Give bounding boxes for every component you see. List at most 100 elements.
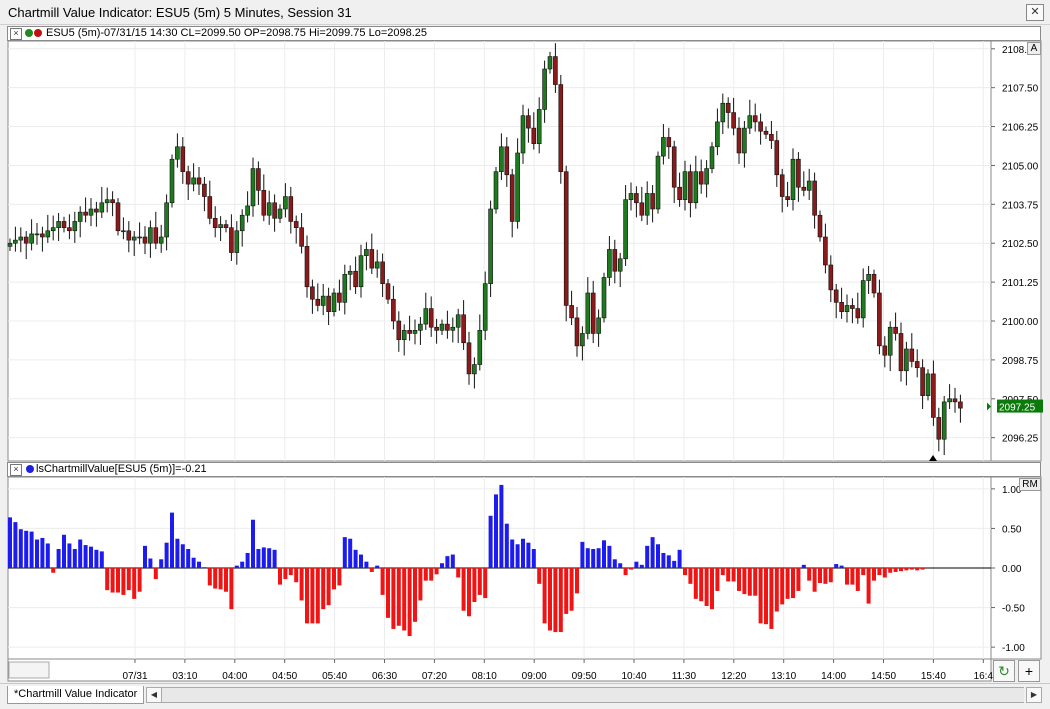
candle-body bbox=[596, 317, 601, 334]
indicator-bar bbox=[467, 568, 471, 617]
indicator-bar bbox=[94, 549, 99, 568]
indicator-bar bbox=[650, 537, 655, 568]
indicator-axis-label: 0.50 bbox=[1002, 524, 1022, 535]
indicator-bar bbox=[899, 568, 903, 572]
candle-body bbox=[590, 292, 596, 334]
price-axis-label: 2101.25 bbox=[1002, 278, 1039, 289]
time-axis-label: 11:30 bbox=[672, 671, 697, 682]
candle-body bbox=[104, 199, 110, 204]
indicator-bar bbox=[618, 563, 623, 568]
candle-body bbox=[720, 102, 726, 123]
indicator-bar bbox=[855, 568, 860, 591]
candle-body bbox=[612, 249, 618, 272]
indicator-bar bbox=[575, 568, 579, 594]
indicator-bar bbox=[35, 539, 39, 568]
indicator-bar bbox=[629, 568, 633, 570]
indicator-bar bbox=[56, 549, 61, 568]
horizontal-scrollbar[interactable] bbox=[162, 687, 1024, 703]
indicator-bar bbox=[224, 568, 228, 592]
price-plot-area bbox=[7, 40, 992, 462]
indicator-bar bbox=[515, 544, 520, 568]
candle-body bbox=[866, 274, 871, 281]
indicator-bar bbox=[904, 568, 909, 571]
candle-body bbox=[607, 249, 612, 278]
scroll-left-button[interactable]: ◀ bbox=[146, 687, 162, 703]
indicator-bar bbox=[580, 541, 585, 568]
indicator-bar bbox=[386, 568, 390, 618]
candle-body bbox=[261, 190, 267, 216]
add-panel-button[interactable]: + bbox=[1018, 660, 1040, 682]
candle-body bbox=[175, 146, 180, 160]
scroll-right-button[interactable]: ▶ bbox=[1026, 687, 1042, 703]
indicator-bar bbox=[828, 568, 833, 583]
indicator-bar bbox=[229, 568, 234, 610]
candle-body bbox=[250, 168, 256, 207]
indicator-bar bbox=[62, 534, 66, 568]
indicator-bar bbox=[758, 568, 763, 624]
time-axis-label: 08:10 bbox=[472, 671, 497, 682]
indicator-bar bbox=[294, 568, 299, 583]
indicator-bar bbox=[126, 568, 131, 591]
rm-badge[interactable]: RM bbox=[1019, 478, 1041, 491]
indicator-bar bbox=[548, 568, 552, 631]
indicator-bar bbox=[818, 568, 822, 584]
candle-body bbox=[725, 102, 731, 113]
indicator-bar bbox=[240, 561, 245, 568]
indicator-bar bbox=[207, 568, 212, 586]
price-axis-label: 2103.75 bbox=[1002, 200, 1039, 211]
candle-body bbox=[299, 227, 304, 247]
indicator-bar bbox=[915, 568, 920, 571]
candle-body bbox=[542, 68, 547, 110]
indicator-bar bbox=[796, 568, 801, 591]
tab-chartmill-value-indicator[interactable]: *Chartmill Value Indicator bbox=[7, 686, 145, 704]
candle-body bbox=[671, 146, 677, 188]
indicator-axis-label: -1.00 bbox=[1002, 643, 1025, 654]
candle-body bbox=[29, 233, 34, 244]
indicator-bar bbox=[677, 549, 682, 568]
candle-body bbox=[882, 345, 888, 356]
candle-body bbox=[320, 295, 326, 306]
indicator-bar bbox=[213, 568, 218, 589]
candle-body bbox=[617, 258, 623, 272]
candle-body bbox=[67, 227, 72, 232]
candle-body bbox=[418, 323, 423, 331]
candle-body bbox=[347, 270, 353, 275]
candle-body bbox=[623, 199, 628, 260]
indicator-bar bbox=[715, 568, 720, 591]
indicator-bar bbox=[531, 549, 536, 568]
candle-body bbox=[904, 348, 909, 372]
indicator-bar bbox=[159, 559, 164, 568]
indicator-bar bbox=[110, 568, 115, 593]
indicator-bar bbox=[845, 568, 849, 585]
candle-body bbox=[839, 302, 844, 312]
candle-body bbox=[682, 171, 688, 200]
candle-body bbox=[661, 137, 666, 157]
indicator-bar bbox=[326, 568, 331, 606]
indicator-bar bbox=[537, 568, 542, 584]
candle-body bbox=[958, 401, 963, 409]
autoscale-badge[interactable]: A bbox=[1027, 42, 1041, 55]
time-axis-label: 03:10 bbox=[172, 671, 197, 682]
candle-body bbox=[380, 261, 385, 284]
candle-body bbox=[893, 326, 898, 334]
candle-body bbox=[499, 146, 504, 172]
indicator-bar bbox=[369, 568, 374, 572]
candle-body bbox=[601, 277, 607, 319]
candle-body bbox=[931, 373, 936, 418]
candle-body bbox=[850, 305, 855, 309]
indicator-bar bbox=[494, 494, 498, 568]
indicator-bar bbox=[321, 568, 326, 610]
indicator-bar bbox=[666, 555, 671, 568]
candle-body bbox=[315, 298, 321, 306]
refresh-icon[interactable]: ↻ bbox=[993, 660, 1015, 682]
candle-body bbox=[310, 286, 315, 300]
candle-body bbox=[553, 56, 558, 85]
indicator-bar bbox=[780, 568, 785, 605]
indicator-bar bbox=[510, 539, 515, 568]
indicator-bar bbox=[261, 547, 266, 568]
time-axis-slider bbox=[8, 661, 50, 679]
candle-body bbox=[137, 236, 142, 239]
candle-body bbox=[801, 186, 807, 191]
indicator-bar bbox=[18, 529, 23, 568]
indicator-bar bbox=[683, 568, 687, 576]
